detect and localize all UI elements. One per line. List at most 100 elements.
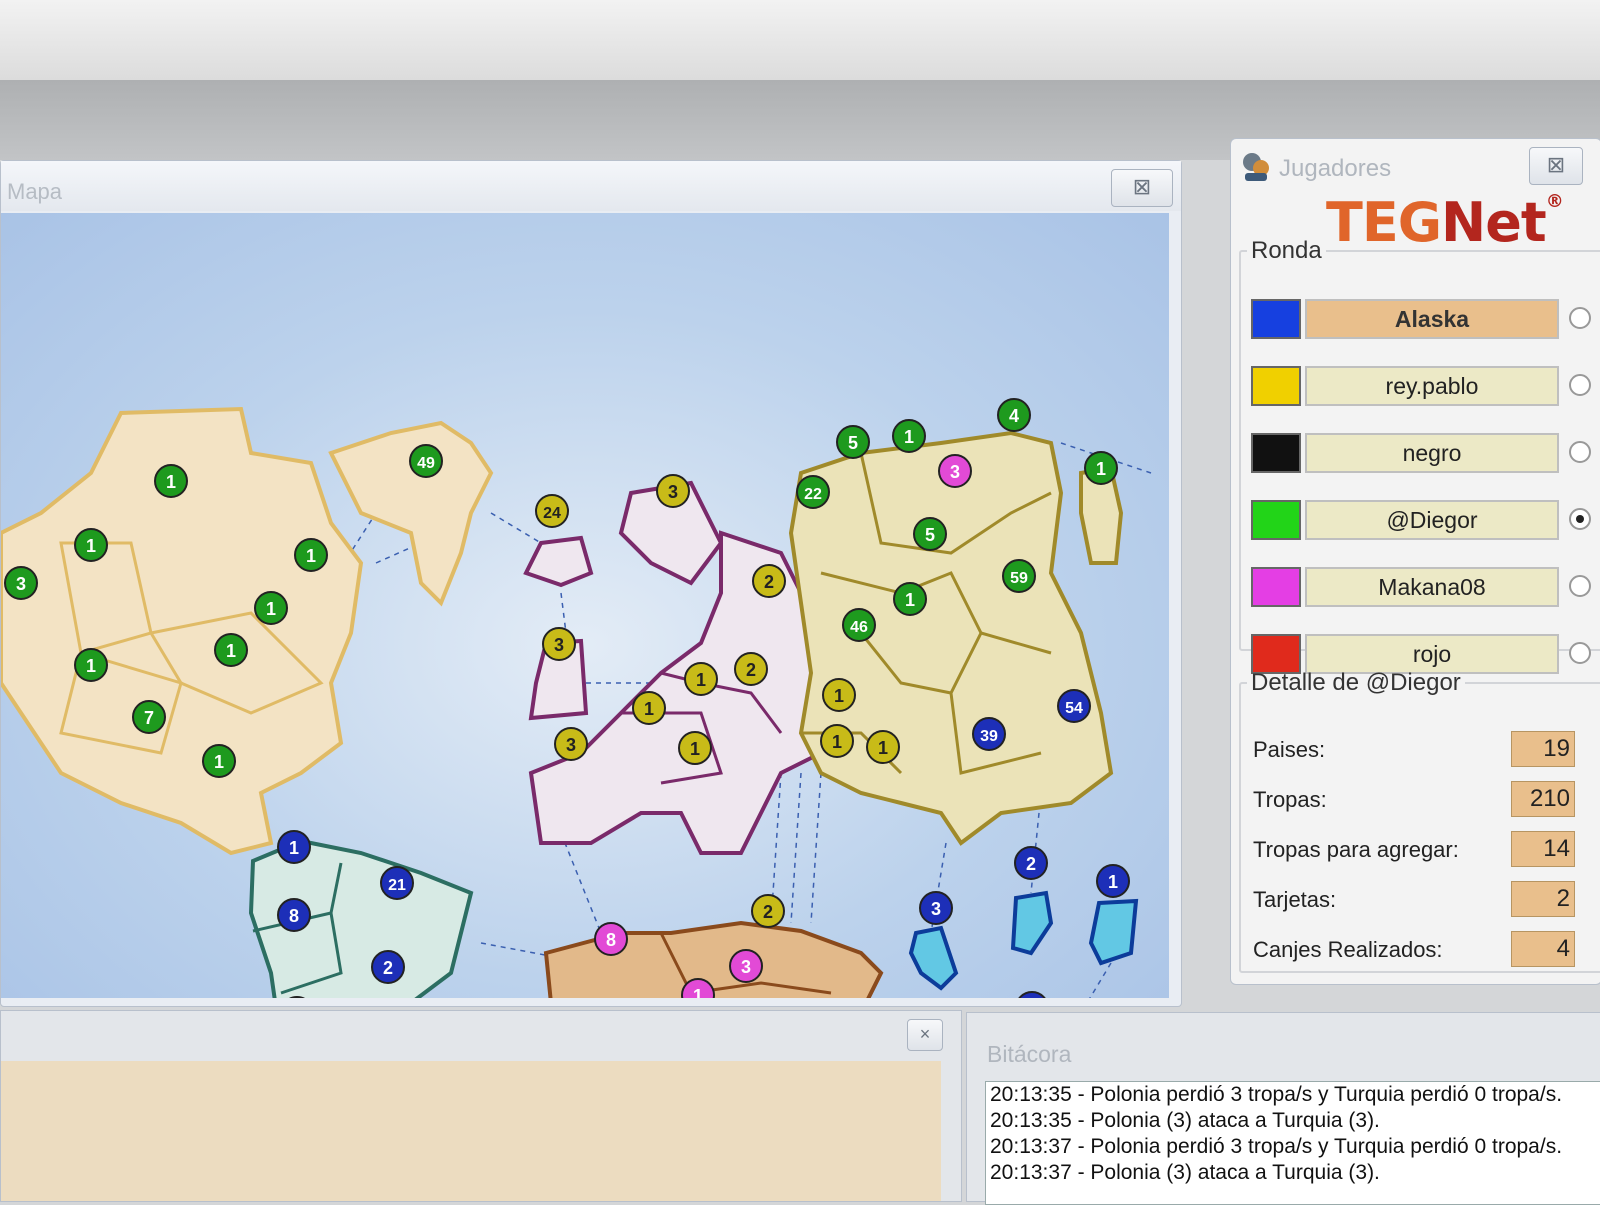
army-count: 3 bbox=[931, 899, 941, 919]
chat-window: × bbox=[0, 1010, 962, 1202]
player-color-swatch bbox=[1251, 366, 1301, 406]
army-count: 1 bbox=[289, 838, 299, 858]
army-marker-pink[interactable]: 8 bbox=[594, 922, 628, 956]
army-count: 2 bbox=[764, 572, 774, 592]
army-marker-yellow[interactable]: 3 bbox=[554, 727, 588, 761]
army-marker-yellow[interactable]: 2 bbox=[752, 564, 786, 598]
army-marker-yellow[interactable]: 1 bbox=[820, 724, 854, 758]
army-marker-green[interactable]: 5 bbox=[836, 425, 870, 459]
player-row[interactable]: rey.pablo bbox=[1251, 366, 1591, 406]
army-marker-green[interactable]: 1 bbox=[294, 538, 328, 572]
player-row[interactable]: @Diegor bbox=[1251, 500, 1591, 540]
player-select-radio[interactable] bbox=[1569, 441, 1591, 463]
army-count: 1 bbox=[904, 427, 914, 447]
army-count: 8 bbox=[606, 930, 616, 950]
army-marker-green[interactable]: 4 bbox=[997, 398, 1031, 432]
detail-row: Tropas para agregar: 14 bbox=[1253, 831, 1593, 871]
army-count: 1 bbox=[86, 656, 96, 676]
army-marker-green[interactable]: 1 bbox=[202, 744, 236, 778]
army-marker-green[interactable]: 59 bbox=[1002, 559, 1036, 593]
army-marker-green[interactable]: 1 bbox=[892, 419, 926, 453]
players-window-title: Jugadores bbox=[1279, 155, 1392, 182]
player-row[interactable]: negro bbox=[1251, 433, 1591, 473]
map-canvas[interactable]: 1131111714912182222433212131823113514322… bbox=[1, 213, 1169, 998]
army-marker-blue[interactable]: 2 bbox=[1014, 846, 1048, 880]
army-marker-green[interactable]: 3 bbox=[4, 566, 38, 600]
army-marker-yellow[interactable]: 3 bbox=[542, 627, 576, 661]
army-count: 1 bbox=[696, 670, 706, 690]
army-count: 24 bbox=[543, 505, 561, 522]
army-marker-yellow[interactable]: 3 bbox=[656, 474, 690, 508]
player-select-radio[interactable] bbox=[1569, 642, 1591, 664]
army-marker-yellow[interactable]: 1 bbox=[632, 691, 666, 725]
map-close-button[interactable]: ⊠ bbox=[1111, 169, 1173, 207]
army-count: 1 bbox=[266, 599, 276, 619]
army-circle[interactable] bbox=[1016, 991, 1048, 998]
player-select-radio[interactable] bbox=[1569, 508, 1591, 530]
army-marker-blue[interactable]: 1 bbox=[1016, 991, 1048, 998]
army-marker-green[interactable]: 1 bbox=[74, 648, 108, 682]
army-count: 21 bbox=[388, 877, 406, 894]
army-marker-green[interactable]: 1 bbox=[214, 633, 248, 667]
detail-value: 19 bbox=[1511, 731, 1575, 767]
army-marker-pink[interactable]: 3 bbox=[938, 454, 972, 488]
army-marker-blue[interactable]: 39 bbox=[972, 717, 1006, 751]
army-marker-blue[interactable]: 1 bbox=[277, 830, 311, 864]
army-count: 46 bbox=[850, 619, 868, 636]
continent-asia[interactable] bbox=[788, 430, 1124, 846]
player-name: rojo bbox=[1305, 634, 1559, 674]
players-close-button[interactable]: ⊠ bbox=[1529, 147, 1583, 185]
army-marker-yellow[interactable]: 24 bbox=[535, 494, 569, 528]
army-marker-blue[interactable]: 8 bbox=[277, 898, 311, 932]
chat-close-button[interactable]: × bbox=[907, 1019, 943, 1051]
army-marker-yellow[interactable]: 2 bbox=[734, 652, 768, 686]
army-marker-green[interactable]: 49 bbox=[409, 444, 443, 478]
world-map[interactable]: 1131111714912182222433212131823113514322… bbox=[1, 213, 1169, 998]
army-marker-yellow[interactable]: 1 bbox=[822, 678, 856, 712]
army-count: 3 bbox=[554, 635, 564, 655]
army-marker-green[interactable]: 1 bbox=[254, 591, 288, 625]
log-line: 20:13:35 - Polonia (3) ataca a Turquia (… bbox=[990, 1109, 1380, 1132]
player-select-radio[interactable] bbox=[1569, 307, 1591, 329]
army-marker-yellow[interactable]: 1 bbox=[684, 662, 718, 696]
army-marker-green[interactable]: 5 bbox=[913, 517, 947, 551]
player-name: rey.pablo bbox=[1305, 366, 1559, 406]
army-count: 3 bbox=[668, 482, 678, 502]
detail-label: Paises: bbox=[1253, 737, 1326, 762]
detail-value: 14 bbox=[1511, 831, 1575, 867]
army-marker-green[interactable]: 1 bbox=[74, 528, 108, 562]
army-marker-blue[interactable]: 2 bbox=[371, 950, 405, 984]
player-name: Alaska bbox=[1305, 299, 1559, 339]
army-marker-yellow[interactable]: 1 bbox=[678, 731, 712, 765]
army-marker-blue[interactable]: 54 bbox=[1057, 689, 1091, 723]
player-row[interactable]: rojo bbox=[1251, 634, 1591, 674]
player-row[interactable]: Makana08 bbox=[1251, 567, 1591, 607]
army-marker-yellow[interactable]: 2 bbox=[751, 894, 785, 928]
army-count: 7 bbox=[144, 708, 154, 728]
army-marker-yellow[interactable]: 1 bbox=[866, 730, 900, 764]
log-list[interactable]: 20:13:35 - Polonia perdió 3 tropa/s y Tu… bbox=[985, 1081, 1600, 1205]
army-marker-blue[interactable]: 21 bbox=[380, 866, 414, 900]
player-select-radio[interactable] bbox=[1569, 374, 1591, 396]
desktop-background bbox=[0, 0, 1600, 80]
player-select-radio[interactable] bbox=[1569, 575, 1591, 597]
army-count: 1 bbox=[166, 472, 176, 492]
army-marker-pink[interactable]: 3 bbox=[729, 949, 763, 983]
detail-group: Detalle de @Diegor Paises: 19 Tropas: 210 Tr… bbox=[1239, 669, 1600, 973]
army-count: 22 bbox=[804, 486, 822, 503]
army-marker-green[interactable]: 22 bbox=[796, 475, 830, 509]
detail-value: 210 bbox=[1511, 781, 1575, 817]
army-marker-blue[interactable]: 1 bbox=[1096, 864, 1130, 898]
detail-row: Paises: 19 bbox=[1253, 731, 1593, 771]
army-marker-green[interactable]: 1 bbox=[893, 582, 927, 616]
army-count: 3 bbox=[950, 462, 960, 482]
map-titlebar[interactable]: Mapa ⊠ bbox=[1, 161, 1181, 211]
chat-area[interactable] bbox=[1, 1061, 941, 1201]
army-marker-green[interactable]: 1 bbox=[154, 464, 188, 498]
army-marker-green[interactable]: 46 bbox=[842, 608, 876, 642]
player-row[interactable]: Alaska bbox=[1251, 299, 1591, 339]
player-color-swatch bbox=[1251, 500, 1301, 540]
army-marker-green[interactable]: 1 bbox=[1084, 451, 1118, 485]
army-marker-blue[interactable]: 3 bbox=[919, 891, 953, 925]
army-marker-green[interactable]: 7 bbox=[132, 700, 166, 734]
